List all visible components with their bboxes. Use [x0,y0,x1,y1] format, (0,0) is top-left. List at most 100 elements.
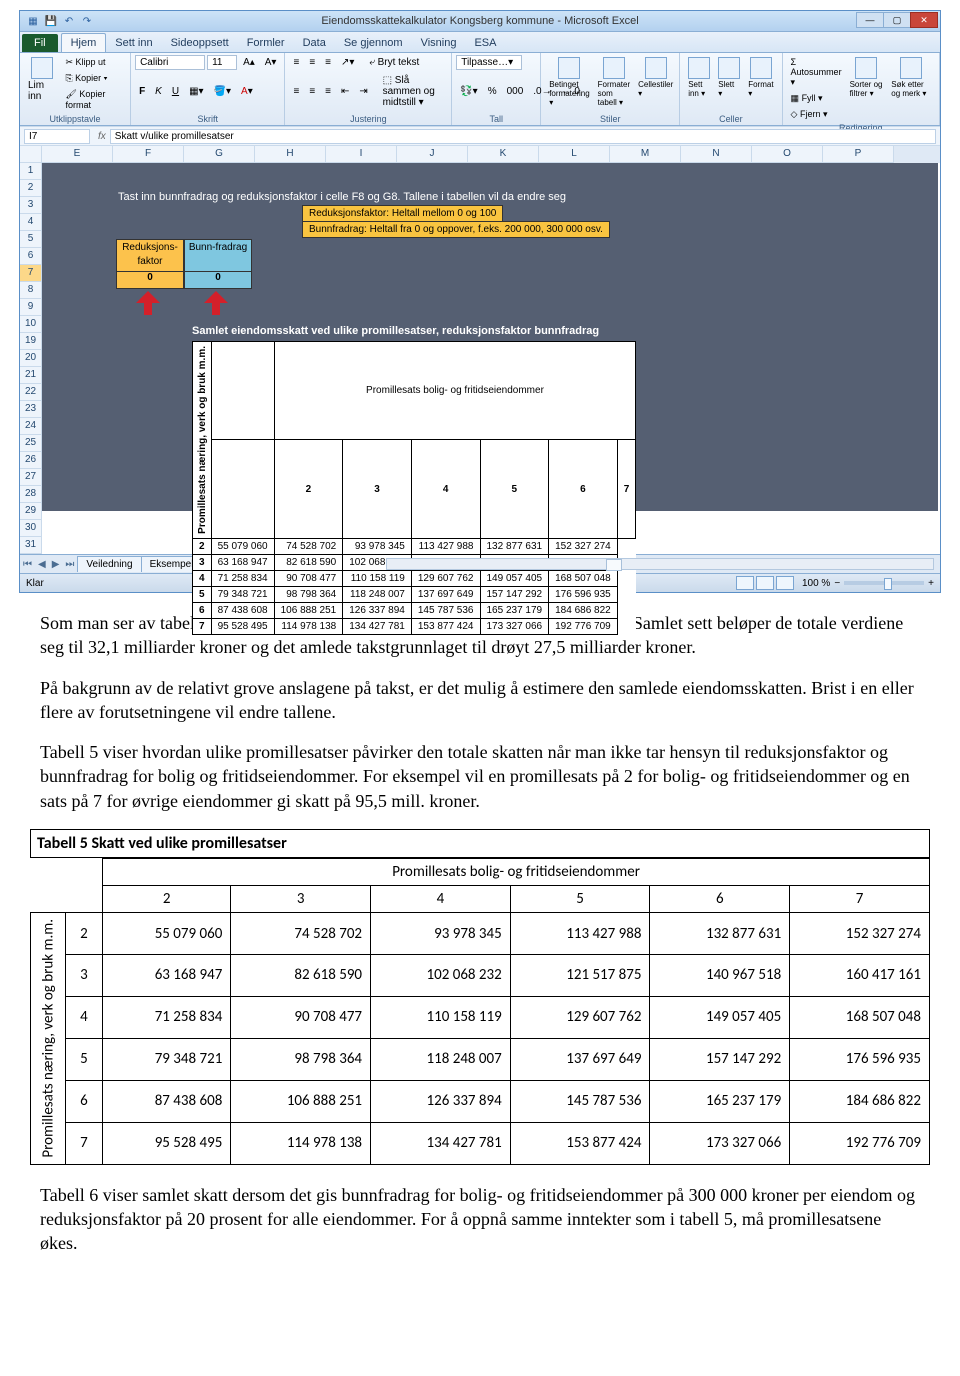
currency-icon[interactable]: 💱▾ [456,84,481,99]
tab-sideoppsett[interactable]: Sideoppsett [162,34,238,52]
value-reduksjonsfaktor[interactable]: 0 [116,271,184,289]
formula-content[interactable]: Skatt v/ulike promillesatser [110,129,936,144]
row-header-22[interactable]: 22 [20,384,42,401]
indent-inc-icon[interactable]: ⇥ [355,84,371,99]
col-header-G[interactable]: G [184,146,255,163]
close-button[interactable]: ✕ [910,12,938,28]
redo-icon[interactable]: ↷ [80,14,94,28]
zoom-in-icon[interactable]: + [928,578,934,589]
tab-esa[interactable]: ESA [465,34,505,52]
row-header-5[interactable]: 5 [20,231,42,248]
row-header-24[interactable]: 24 [20,418,42,435]
row-header-29[interactable]: 29 [20,503,42,520]
fill-button[interactable]: ▦ Fyll ▾ [787,91,846,106]
page-layout-view-icon[interactable] [756,576,774,590]
tab-hjem[interactable]: Hjem [61,33,107,52]
row-header-8[interactable]: 8 [20,282,42,299]
row-header-10[interactable]: 10 [20,316,42,333]
tab-data[interactable]: Data [294,34,335,52]
sort-filter-button[interactable]: Sorter og filtrer ▾ [846,55,888,122]
col-header-O[interactable]: O [752,146,823,163]
grow-font-icon[interactable]: A▴ [239,55,259,70]
align-center-icon[interactable]: ≡ [305,84,319,99]
sheet-nav-last-icon[interactable]: ⏭ [62,559,77,570]
underline-button[interactable]: U [168,84,183,99]
row-header-26[interactable]: 26 [20,452,42,469]
row-header-27[interactable]: 27 [20,469,42,486]
col-header-E[interactable]: E [42,146,113,163]
row-headers[interactable]: 1234567891019202122232425262728293031 [20,163,42,554]
font-size-select[interactable]: 11 [207,55,237,70]
font-name-select[interactable]: Calibri [135,55,205,70]
bold-button[interactable]: F [135,84,149,99]
scrollbar-thumb[interactable] [606,559,622,571]
format-table-button[interactable]: Formater som tabell ▾ [594,55,634,109]
row-header-19[interactable]: 19 [20,333,42,350]
zoom-out-icon[interactable]: − [834,578,840,589]
page-break-view-icon[interactable] [776,576,794,590]
sheet-nav-prev-icon[interactable]: ◀ [35,559,49,570]
align-left-icon[interactable]: ≡ [289,84,303,99]
row-header-20[interactable]: 20 [20,350,42,367]
row-header-1[interactable]: 1 [20,163,42,180]
italic-button[interactable]: K [151,84,166,99]
col-header-J[interactable]: J [397,146,468,163]
row-header-23[interactable]: 23 [20,401,42,418]
row-header-30[interactable]: 30 [20,520,42,537]
comma-icon[interactable]: 000 [503,84,528,99]
worksheet-grid[interactable]: 1234567891019202122232425262728293031 Ta… [20,163,940,554]
fill-color-button[interactable]: 🪣▾ [210,84,235,99]
tab-formler[interactable]: Formler [238,34,294,52]
normal-view-icon[interactable] [736,576,754,590]
tab-segjennom[interactable]: Se gjennom [335,34,412,52]
format-painter-button[interactable]: 🖌 Kopier format [61,87,126,112]
align-top-icon[interactable]: ≡ [289,55,303,70]
align-mid-icon[interactable]: ≡ [305,55,319,70]
tab-visning[interactable]: Visning [412,34,466,52]
merge-button[interactable]: ⬚ Slå sammen og midtstill ▾ [379,73,448,110]
column-headers[interactable]: EFGHIJKLMNOP [42,146,894,163]
wrap-text-button[interactable]: ⤶ Bryt tekst [365,55,423,70]
row-header-2[interactable]: 2 [20,180,42,197]
paste-button[interactable]: Lim inn [24,55,59,112]
insert-cells-button[interactable]: Sett inn ▾ [684,55,714,100]
fx-icon[interactable]: fx [98,131,106,142]
row-header-31[interactable]: 31 [20,537,42,554]
col-header-H[interactable]: H [255,146,326,163]
shrink-font-icon[interactable]: A▾ [261,55,281,70]
sheet-tab-veiledning[interactable]: Veiledning [77,556,141,572]
horizontal-scrollbar[interactable] [386,558,934,570]
save-icon[interactable]: 💾 [44,14,58,28]
row-header-9[interactable]: 9 [20,299,42,316]
row-header-6[interactable]: 6 [20,248,42,265]
name-box[interactable]: I7 [24,129,90,144]
cell-styles-button[interactable]: Cellestiler ▾ [634,55,677,109]
undo-icon[interactable]: ↶ [62,14,76,28]
sheet-nav-first-icon[interactable]: ⏮ [20,559,35,570]
copy-button[interactable]: ⎘ Kopier ▾ [61,71,126,86]
cells-area[interactable]: Tast inn bunnfradrag og reduksjonsfaktor… [42,163,938,511]
value-bunnfradrag[interactable]: 0 [184,271,252,289]
sheet-nav-next-icon[interactable]: ▶ [49,559,63,570]
row-header-21[interactable]: 21 [20,367,42,384]
number-format-select[interactable]: Tilpasse…▾ [456,55,522,70]
percent-icon[interactable]: % [484,84,501,99]
format-cells-button[interactable]: Format ▾ [744,55,777,100]
col-header-L[interactable]: L [539,146,610,163]
col-header-P[interactable]: P [823,146,894,163]
clear-button[interactable]: ◇ Fjern ▾ [787,107,846,122]
cut-button[interactable]: ✂ Klipp ut [61,55,126,70]
row-header-25[interactable]: 25 [20,435,42,452]
row-header-28[interactable]: 28 [20,486,42,503]
row-header-7[interactable]: 7 [20,265,42,282]
align-right-icon[interactable]: ≡ [321,84,335,99]
font-color-button[interactable]: A▾ [237,84,257,99]
minimize-button[interactable]: — [856,12,884,28]
select-all-corner[interactable] [20,146,42,163]
delete-cells-button[interactable]: Slett ▾ [714,55,744,100]
align-bot-icon[interactable]: ≡ [321,55,335,70]
row-header-3[interactable]: 3 [20,197,42,214]
autosum-button[interactable]: Σ Autosummer ▾ [787,55,846,90]
file-tab[interactable]: Fil [22,34,58,52]
col-header-I[interactable]: I [326,146,397,163]
